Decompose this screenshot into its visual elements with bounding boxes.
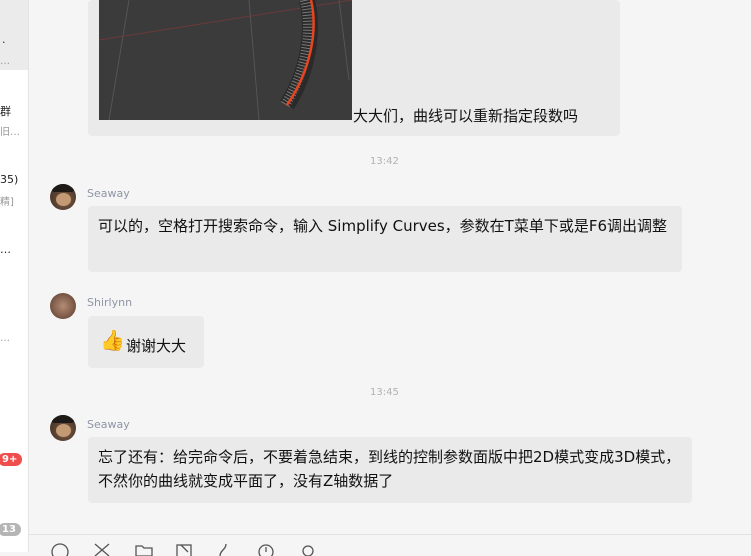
scissors-icon[interactable] [93,542,111,556]
sender-name: Shirlynn [87,296,133,309]
conversation-preview: … [0,333,10,344]
conversation-preview: 旧… [0,127,20,138]
avatar[interactable] [50,415,76,441]
message-text: 大大们，曲线可以重新指定段数吗 [353,107,579,125]
folder-icon[interactable] [135,542,153,556]
message-bubble: 忘了还有：给完命令后，不要着急结束，到线的控制参数面版中把2D模式变成3D模式，… [88,437,692,503]
thumbs-up-icon: 👍 [100,328,125,352]
history-icon[interactable] [257,542,275,556]
voice-icon[interactable] [214,542,232,556]
screenshot-icon[interactable] [175,542,193,556]
conversation-list: · … 群 旧… 35) 精] … … 9+ 13 [0,0,29,552]
avatar[interactable] [50,184,76,210]
message-bubble: 👍 谢谢大大 [88,316,204,368]
conversation-name: 35) [0,173,19,186]
sender-name: Seaway [87,187,130,200]
sender-name: Seaway [87,418,130,431]
unread-badge: 9+ [0,453,23,466]
conversation-name: 群 [0,105,11,118]
timestamp: 13:45 [370,387,399,398]
emoji-icon[interactable] [51,542,69,556]
message-text: 可以的，空格打开搜索命令，输入 Simplify Curves，参数在T菜单下或… [98,217,667,235]
message-bubble: 大大们，曲线可以重新指定段数吗 [88,0,620,136]
input-toolbar [29,534,751,556]
conversation-item[interactable]: … [0,235,28,305]
shared-image[interactable] [99,0,352,120]
unread-badge: 13 [0,523,21,536]
search-icon[interactable] [300,542,318,556]
avatar[interactable] [50,293,76,319]
conversation-preview: … [0,56,10,67]
curve-viewport-graphic [99,0,352,120]
message-bubble: 可以的，空格打开搜索命令，输入 Simplify Curves，参数在T菜单下或… [88,206,682,272]
conversation-item[interactable]: 35) 精] [0,165,28,235]
conversation-item[interactable]: · … [0,0,28,70]
chat-panel: 大大们，曲线可以重新指定段数吗 13:42 Seaway 可以的，空格打开搜索命… [29,0,751,552]
conversation-item[interactable]: … [0,305,28,375]
conversation-preview: 精] [0,197,14,208]
timestamp: 13:42 [370,156,399,167]
conversation-name: … [0,243,11,256]
conversation-item[interactable]: 群 旧… [0,95,28,165]
conversation-name: · [2,36,6,49]
message-text: 谢谢大大 [126,337,187,355]
message-text: 忘了还有：给完命令后，不要着急结束，到线的控制参数面版中把2D模式变成3D模式，… [98,448,681,490]
